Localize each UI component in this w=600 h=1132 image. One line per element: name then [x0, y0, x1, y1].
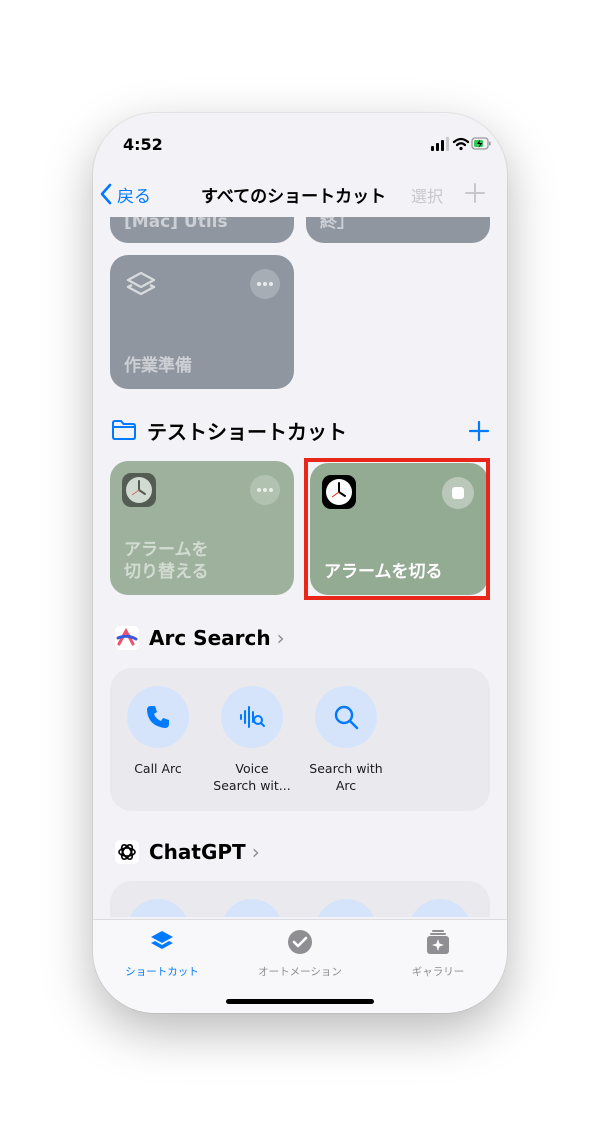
highlight-box — [304, 458, 490, 600]
back-label: 戻る — [117, 186, 151, 207]
battery-icon — [471, 137, 491, 150]
status-icons — [431, 137, 491, 151]
folder-add-button[interactable] — [467, 419, 491, 443]
arc-search-app-icon — [115, 626, 139, 650]
app-name: Arc Search — [149, 626, 271, 650]
arc-actions-panel: Call Arc Voice Search wit... Search with… — [110, 668, 490, 811]
card-label: 作業準備 — [124, 356, 192, 376]
app-section-header-chatgpt[interactable]: ChatGPT › — [115, 838, 260, 866]
shortcut-card-toggle-alarm[interactable]: アラームを 切り替える — [110, 461, 294, 595]
chatgpt-action-3[interactable] — [315, 899, 377, 917]
back-button[interactable]: 戻る — [99, 181, 151, 207]
nav-bar: 戻る すべてのショートカット 選択 — [93, 173, 507, 217]
chatgpt-action-1[interactable] — [127, 899, 189, 917]
action-label-line2: Search wit... — [213, 778, 291, 793]
card-label: アラームを 切り替える — [124, 539, 209, 583]
automation-icon — [288, 930, 312, 954]
folder-icon — [112, 420, 136, 440]
shortcuts-icon — [151, 931, 173, 949]
more-button[interactable] — [250, 475, 280, 505]
tab-label: ギャラリー — [411, 966, 465, 978]
add-shortcut-button[interactable] — [463, 181, 487, 205]
chevron-left-icon — [100, 183, 112, 205]
tab-label: ショートカット — [125, 966, 199, 978]
chatgpt-action-4[interactable] — [409, 899, 471, 917]
chatgpt-action-2[interactable] — [221, 899, 283, 917]
voice-search-icon — [240, 706, 265, 728]
status-time: 4:52 — [123, 135, 163, 154]
chatgpt-app-icon — [115, 840, 139, 864]
folder-title: テストショートカット — [147, 419, 347, 444]
folder-section-header: テストショートカット — [111, 416, 347, 444]
action-search-with-arc[interactable]: Search with Arc — [306, 686, 386, 794]
home-indicator[interactable] — [226, 999, 374, 1004]
phone-icon — [147, 706, 169, 728]
action-label-line1: Call Arc — [134, 761, 182, 776]
gallery-icon — [427, 930, 449, 954]
shortcut-card-partial[interactable]: 終」 — [306, 217, 490, 243]
search-icon — [334, 705, 359, 730]
phone-screen: 4:52 戻る すべてのショートカット 選択 [Mac] Utils 終」 作業… — [93, 113, 507, 1013]
tab-shortcuts[interactable]: ショートカット — [107, 928, 217, 979]
page-title: すべてのショートカット — [201, 187, 387, 207]
shortcut-card-mac-utils[interactable]: [Mac] Utils — [110, 217, 294, 243]
card-label: [Mac] Utils — [124, 217, 228, 232]
chevron-right-icon: › — [276, 626, 285, 650]
app-section-header-arc[interactable]: Arc Search › — [115, 624, 285, 652]
signal-icon — [431, 137, 449, 151]
status-bar: 4:52 — [93, 113, 507, 173]
shortcuts-scroll[interactable]: [Mac] Utils 終」 作業準備 テストショートカット アラームを 切り替… — [93, 217, 507, 917]
tab-automation[interactable]: オートメーション — [245, 928, 355, 979]
action-label-line1: Search with — [309, 761, 383, 776]
action-label-line2: Arc — [335, 778, 357, 793]
tab-label: オートメーション — [258, 966, 342, 978]
app-name: ChatGPT — [149, 840, 246, 864]
card-label: 終」 — [320, 217, 354, 232]
chatgpt-actions-panel — [110, 881, 490, 917]
layers-icon — [126, 271, 156, 296]
more-button[interactable] — [250, 269, 280, 299]
action-label-line1: Voice — [235, 761, 269, 776]
tab-gallery[interactable]: ギャラリー — [383, 928, 493, 979]
clock-icon — [122, 473, 156, 507]
chevron-right-icon: › — [251, 840, 260, 864]
shortcut-card-work-prep[interactable]: 作業準備 — [110, 255, 294, 389]
action-call-arc[interactable]: Call Arc — [118, 686, 198, 777]
select-button[interactable]: 選択 — [411, 183, 443, 207]
card-label-line1: アラームを — [124, 540, 209, 560]
card-label-line2: 切り替える — [124, 562, 209, 582]
wifi-icon — [452, 137, 470, 151]
action-voice-search[interactable]: Voice Search wit... — [212, 686, 292, 794]
